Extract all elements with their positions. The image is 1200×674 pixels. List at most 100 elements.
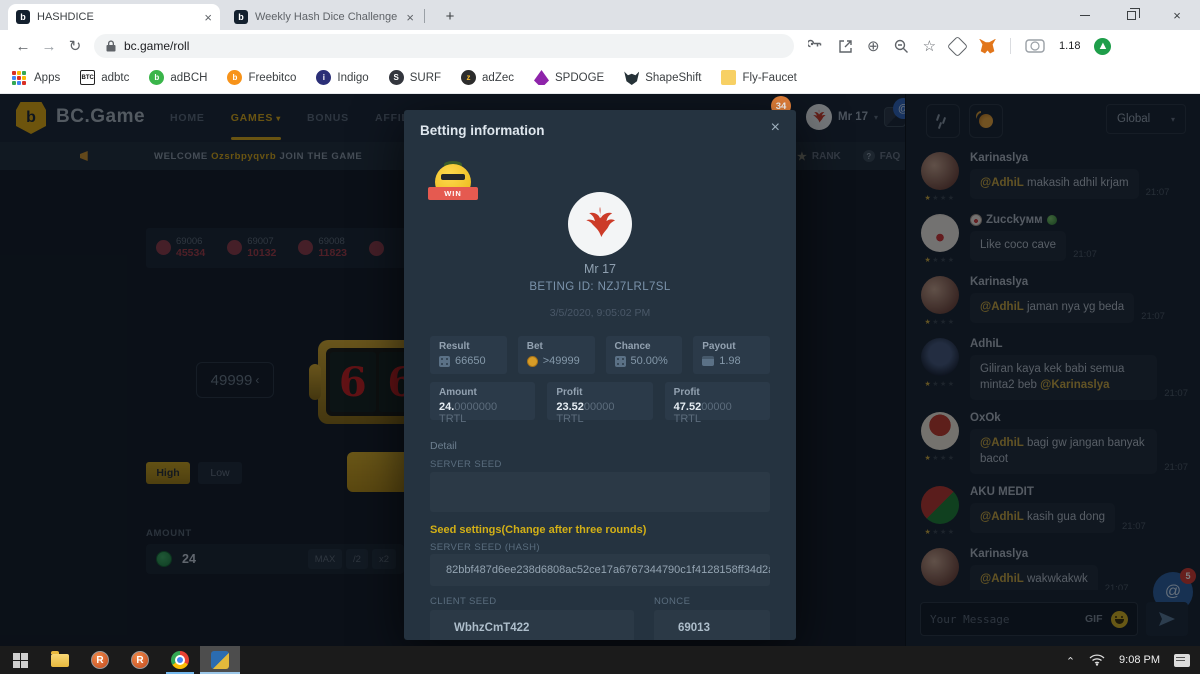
betting-id: BETING ID: NZJ7LRL7SL	[404, 281, 796, 293]
bookmark-adbch[interactable]: badBCH	[149, 70, 207, 85]
app-r2-button[interactable]: R	[120, 646, 160, 674]
tab-close-icon[interactable]: ×	[406, 10, 414, 25]
coin-icon	[527, 356, 538, 367]
r-app-icon: R	[91, 651, 109, 669]
focused-app-button[interactable]	[200, 646, 240, 674]
stat-value: 50.00%	[631, 355, 668, 367]
bcgame-favicon-icon: b	[234, 10, 248, 24]
lock-icon	[106, 40, 116, 52]
stat-label: Payout	[702, 341, 761, 352]
freebitco-icon: b	[227, 70, 242, 85]
bookmark-adzec[interactable]: zadZec	[461, 70, 514, 85]
bookmark-indigo[interactable]: i Indigo	[316, 70, 368, 85]
amount-bold-part: 24.	[439, 401, 454, 413]
bcgame-page: b BC.Game HOMEGAMES▾BONUSAFFILIATEFORUM …	[0, 94, 1200, 646]
clock[interactable]: 9:08 PM	[1119, 654, 1160, 666]
windows-taskbar: R R ⌃ 9:08 PM	[0, 646, 1200, 674]
new-tab-button[interactable]: +	[438, 5, 462, 29]
stat-value-row: 1.98	[702, 355, 761, 367]
file-explorer-button[interactable]	[40, 646, 80, 674]
restore-icon	[1127, 11, 1136, 20]
extension-cube-icon[interactable]	[947, 35, 968, 56]
chrome-taskbar-button[interactable]	[160, 646, 200, 674]
nano-extension-icon[interactable]	[1025, 39, 1045, 53]
bookmarks-bar: Apps BTCadbtc badBCH b Freebitco i Indigo S SUR…	[0, 62, 1200, 94]
bookmark-label: Freebitco	[248, 72, 296, 84]
action-center-icon[interactable]	[1174, 654, 1190, 667]
forward-button[interactable]: →	[36, 33, 62, 59]
close-icon[interactable]: ×	[771, 119, 780, 137]
bookmark-freebitco[interactable]: b Freebitco	[227, 70, 296, 85]
indigo-icon: i	[316, 70, 331, 85]
windows-logo-icon	[13, 653, 28, 668]
metamask-icon[interactable]	[979, 39, 996, 54]
password-key-icon[interactable]	[808, 38, 824, 54]
chrome-icon	[171, 651, 189, 669]
bookmark-label: ShapeShift	[645, 72, 701, 84]
adzec-icon: z	[461, 70, 476, 85]
open-in-new-icon[interactable]	[838, 39, 853, 54]
stat-label: Result	[439, 341, 498, 352]
server-seed-field[interactable]	[430, 472, 770, 512]
zoom-out-icon[interactable]	[894, 39, 909, 54]
bookmark-star-icon[interactable]: ☆	[923, 37, 936, 55]
reload-button[interactable]: ↻	[62, 33, 88, 59]
stat-card-chance: Chance50.00%	[606, 336, 683, 374]
nonce-field[interactable]	[654, 610, 770, 640]
bookmark-surf[interactable]: S SURF	[389, 70, 441, 85]
minimize-icon	[1080, 15, 1090, 16]
sunglasses-icon	[441, 174, 465, 180]
bookmark-spdoge[interactable]: SPDOGE	[534, 70, 604, 85]
bet-stats-row: Result66650Bet>49999Chance50.00%Payout1.…	[430, 336, 770, 374]
amount-currency: TRTL	[556, 413, 583, 425]
card-icon	[702, 356, 714, 366]
amount-card-value: 23.5200000 TRTL	[556, 401, 643, 425]
amount-currency: TRTL	[674, 413, 701, 425]
extension-separator	[1010, 38, 1011, 54]
bet-datetime: 3/5/2020, 9:05:02 PM	[404, 307, 796, 319]
bookmark-label: adbtc	[101, 72, 129, 84]
tab-title: Weekly Hash Dice Challenge - Se	[255, 11, 400, 23]
tab-hashdice[interactable]: b HASHDICE ×	[8, 4, 220, 30]
uploader-extension-icon[interactable]: ▲	[1094, 38, 1111, 55]
dice-icon	[615, 356, 626, 367]
server-seed-hash-field[interactable]	[430, 554, 770, 586]
window-close-button[interactable]: ×	[1154, 0, 1200, 30]
apps-grid-icon[interactable]	[12, 71, 26, 85]
bookmark-label: Indigo	[337, 72, 368, 84]
fly-faucet-icon	[721, 70, 736, 85]
amount-bold-part: 23.52	[556, 401, 584, 413]
nonce-label: NONCE	[654, 596, 690, 607]
bookmark-label: SURF	[410, 72, 441, 84]
window-minimize-button[interactable]	[1062, 0, 1108, 30]
bookmark-fly-faucet[interactable]: Fly-Faucet	[721, 70, 796, 85]
dice-icon	[439, 356, 450, 367]
bookmark-apps[interactable]: Apps	[34, 72, 60, 84]
back-button[interactable]: ←	[10, 33, 36, 59]
client-seed-label: CLIENT SEED	[430, 596, 497, 607]
tab-divider	[424, 9, 425, 23]
client-seed-field[interactable]	[430, 610, 634, 640]
start-button[interactable]	[0, 646, 40, 674]
stat-value: 1.98	[719, 355, 740, 367]
wifi-icon[interactable]	[1089, 654, 1105, 666]
bookmark-shapeshift[interactable]: ShapeShift	[624, 70, 701, 85]
stat-card-result: Result66650	[430, 336, 507, 374]
tray-expand-icon[interactable]: ⌃	[1066, 655, 1075, 668]
amount-card-label: Amount	[439, 387, 526, 398]
seed-settings-heading: Seed settings(Change after three rounds)	[430, 524, 646, 536]
window-restore-button[interactable]	[1108, 0, 1154, 30]
amount-dim-part: 0000000	[454, 401, 497, 413]
app-r1-button[interactable]: R	[80, 646, 120, 674]
win-badge: WIN	[430, 164, 476, 210]
shapeshift-icon	[624, 70, 639, 85]
player-name: Mr 17	[404, 262, 796, 276]
win-ribbon-label: WIN	[428, 187, 478, 200]
surf-icon: S	[389, 70, 404, 85]
tab-weekly-challenge[interactable]: b Weekly Hash Dice Challenge - Se ×	[226, 4, 422, 30]
address-bar[interactable]: bc.game/roll	[94, 34, 794, 58]
add-circle-icon[interactable]: ⊕	[867, 37, 880, 55]
amount-card-amount: Amount24.0000000 TRTL	[430, 382, 535, 420]
tab-close-icon[interactable]: ×	[204, 10, 212, 25]
bookmark-adbtc[interactable]: BTCadbtc	[80, 70, 129, 85]
